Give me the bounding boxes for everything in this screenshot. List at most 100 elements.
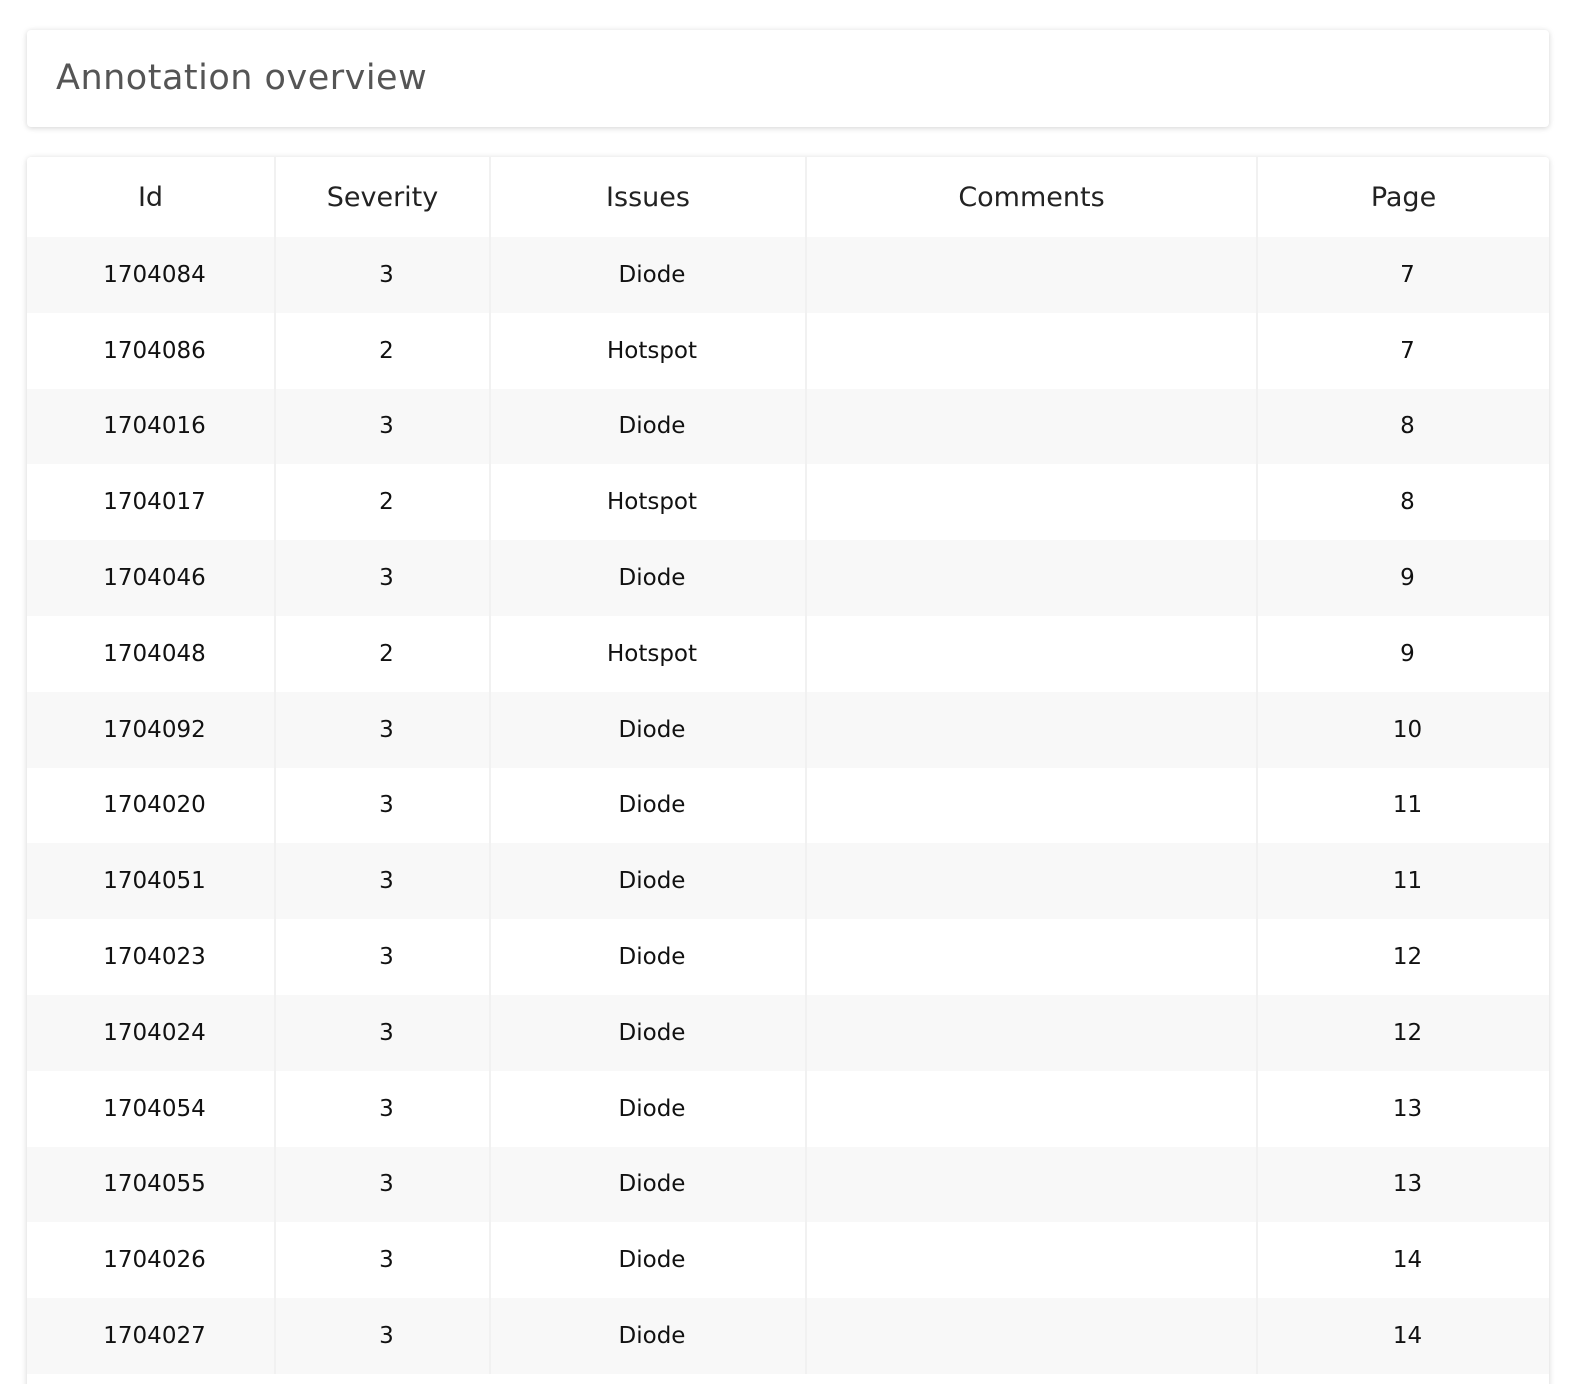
cell-severity: 3	[275, 691, 491, 768]
cell-severity: 3	[275, 237, 491, 313]
table-row[interactable]: 1704055 3 Diode 13	[27, 1146, 1549, 1223]
cell-severity: 3	[275, 1146, 491, 1223]
cell-severity: 3	[275, 1222, 491, 1299]
cell-comment	[806, 540, 1258, 616]
cell-page: 7	[1257, 312, 1549, 389]
page-title: Annotation overview	[56, 58, 428, 98]
table-row[interactable]: 1704086 2 Hotspot 7	[27, 312, 1549, 389]
table-row[interactable]: 1704048 2 Hotspot 9	[27, 615, 1549, 692]
cell-id: 1704046	[27, 540, 276, 616]
cell-severity: 2	[275, 312, 491, 389]
cell-issue: Diode	[490, 843, 807, 920]
cell-page: 14	[1257, 1222, 1549, 1299]
cell-id: 1704017	[27, 464, 276, 541]
cell-issue: Hotspot	[490, 464, 807, 541]
cell-severity: 3	[275, 994, 491, 1071]
title-card: Annotation overview	[27, 30, 1549, 127]
cell-issue: Hotspot	[490, 312, 807, 389]
cell-id: 1704054	[27, 1070, 276, 1147]
cell-page: 9	[1257, 615, 1549, 692]
cell-comment	[806, 1222, 1258, 1299]
column-header-severity[interactable]: Severity	[275, 157, 491, 237]
cell-issue: Diode	[490, 388, 807, 465]
column-header-comments[interactable]: Comments	[806, 157, 1258, 237]
cell-issue: Diode	[490, 1222, 807, 1299]
cell-page: 11	[1257, 767, 1549, 844]
table-row[interactable]: 1704024 3 Diode 12	[27, 994, 1549, 1071]
cell-id: 1704048	[27, 615, 276, 692]
cell-severity: 2	[275, 464, 491, 541]
cell-issue: Diode	[490, 1070, 807, 1147]
cell-page: 13	[1257, 1146, 1549, 1223]
cell-issue: Diode	[490, 691, 807, 768]
cell-page: 8	[1257, 388, 1549, 465]
annotation-table: Id Severity Issues Comments Page 1704084…	[27, 157, 1549, 1374]
cell-comment	[806, 237, 1258, 313]
cell-id: 1704016	[27, 388, 276, 465]
table-header-row: Id Severity Issues Comments Page	[27, 157, 1549, 237]
cell-severity: 2	[275, 615, 491, 692]
cell-issue: Diode	[490, 767, 807, 844]
cell-comment	[806, 691, 1258, 768]
cell-comment	[806, 615, 1258, 692]
cell-severity: 3	[275, 919, 491, 995]
table-row[interactable]: 1704084 3 Diode 7	[27, 237, 1549, 313]
cell-id: 1704086	[27, 312, 276, 389]
cell-id: 1704023	[27, 919, 276, 995]
cell-page: 10	[1257, 691, 1549, 768]
cell-comment	[806, 1146, 1258, 1223]
table-row[interactable]: 1704017 2 Hotspot 8	[27, 464, 1549, 541]
cell-comment	[806, 388, 1258, 465]
cell-id: 1704027	[27, 1298, 276, 1374]
cell-page: 14	[1257, 1298, 1549, 1374]
table-row[interactable]: 1704023 3 Diode 12	[27, 919, 1549, 995]
cell-id: 1704051	[27, 843, 276, 920]
cell-page: 7	[1257, 237, 1549, 313]
cell-page: 8	[1257, 464, 1549, 541]
table-row[interactable]: 1704046 3 Diode 9	[27, 540, 1549, 616]
cell-comment	[806, 843, 1258, 920]
cell-id: 1704026	[27, 1222, 276, 1299]
cell-comment	[806, 1298, 1258, 1374]
table-row[interactable]: 1704092 3 Diode 10	[27, 691, 1549, 768]
annotation-overview-page: Annotation overview Id Severity Issues C…	[0, 0, 1572, 1384]
cell-page: 12	[1257, 994, 1549, 1071]
cell-comment	[806, 312, 1258, 389]
cell-comment	[806, 994, 1258, 1071]
cell-issue: Hotspot	[490, 615, 807, 692]
cell-id: 1704024	[27, 994, 276, 1071]
cell-severity: 3	[275, 540, 491, 616]
table-row[interactable]: 1704020 3 Diode 11	[27, 767, 1549, 844]
cell-severity: 3	[275, 1070, 491, 1147]
table-body: 1704084 3 Diode 7 1704086 2 Hotspot 7 1704016 3 Di…	[27, 237, 1549, 1374]
table-row[interactable]: 1704051 3 Diode 11	[27, 843, 1549, 920]
cell-issue: Diode	[490, 540, 807, 616]
cell-severity: 3	[275, 1298, 491, 1374]
column-header-id[interactable]: Id	[27, 157, 276, 237]
column-header-issues[interactable]: Issues	[490, 157, 807, 237]
cell-severity: 3	[275, 767, 491, 844]
table-row[interactable]: 1704054 3 Diode 13	[27, 1070, 1549, 1147]
cell-comment	[806, 919, 1258, 995]
column-header-page[interactable]: Page	[1257, 157, 1549, 237]
cell-issue: Diode	[490, 994, 807, 1071]
cell-comment	[806, 767, 1258, 844]
cell-comment	[806, 464, 1258, 541]
cell-comment	[806, 1070, 1258, 1147]
cell-id: 1704055	[27, 1146, 276, 1223]
cell-issue: Diode	[490, 1298, 807, 1374]
table-row[interactable]: 1704026 3 Diode 14	[27, 1222, 1549, 1299]
cell-id: 1704020	[27, 767, 276, 844]
cell-page: 9	[1257, 540, 1549, 616]
cell-id: 1704092	[27, 691, 276, 768]
table-row[interactable]: 1704027 3 Diode 14	[27, 1298, 1549, 1374]
annotation-table-card: Id Severity Issues Comments Page 1704084…	[27, 157, 1549, 1384]
cell-page: 12	[1257, 919, 1549, 995]
table-row[interactable]: 1704016 3 Diode 8	[27, 388, 1549, 465]
cell-severity: 3	[275, 388, 491, 465]
cell-issue: Diode	[490, 1146, 807, 1223]
cell-severity: 3	[275, 843, 491, 920]
cell-id: 1704084	[27, 237, 276, 313]
cell-issue: Diode	[490, 237, 807, 313]
cell-issue: Diode	[490, 919, 807, 995]
